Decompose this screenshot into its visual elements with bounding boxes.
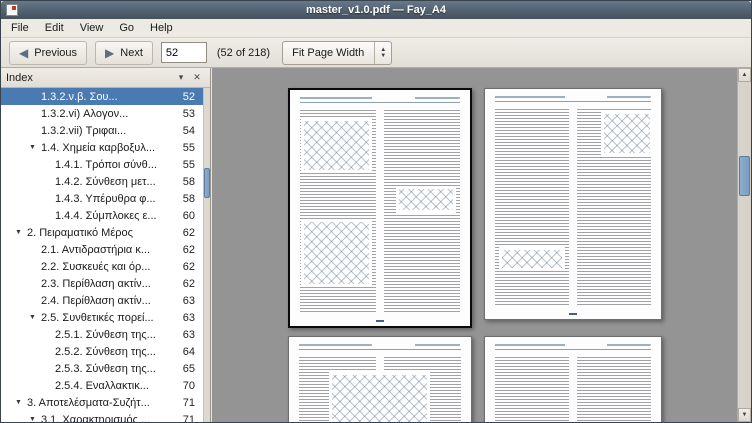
index-tree-item[interactable]: 2.2. Συσκευές και όρ...62 — [1, 258, 203, 275]
previous-label: Previous — [34, 47, 77, 59]
sidebar-mode-dropdown[interactable]: ▾ — [173, 70, 189, 86]
content-area: Index ▾ ✕ 1.3.2.ν.β. Σου...52 1.3.2.vi) … — [1, 68, 751, 422]
page-header-decoration — [495, 344, 651, 350]
scroll-down-icon: ▼ — [742, 412, 748, 418]
page-header-decoration — [300, 97, 460, 103]
sidebar-close-button[interactable]: ✕ — [189, 70, 205, 86]
titlebar[interactable]: master_v1.0.pdf — Fay_A4 — [1, 1, 751, 19]
chevron-down-icon: ▾ — [179, 72, 184, 83]
index-tree-item[interactable]: ▼3. Αποτελέσματα-Συζήτ...71 — [1, 394, 203, 411]
sidebar-scrollbar[interactable] — [203, 88, 210, 422]
expander-icon[interactable]: ▼ — [15, 229, 27, 236]
page-number-mark — [569, 313, 577, 315]
app-window: master_v1.0.pdf — Fay_A4 File Edit View … — [0, 0, 752, 423]
scrollbar-thumb[interactable] — [739, 156, 750, 196]
page-status: (52 of 218) — [217, 47, 270, 59]
index-tree-item[interactable]: ▼3.1. Χαρακτηρισμός ...71 — [1, 411, 203, 422]
index-tree-item[interactable]: 1.4.4. Σύμπλοκες ε...60 — [1, 207, 203, 224]
index-tree-item[interactable]: ▼1.4. Χημεία καρβοξυλ...55 — [1, 139, 203, 156]
index-tree-item[interactable]: 2.3. Περίθλαση ακτίν...62 — [1, 275, 203, 292]
spinner-icons[interactable]: ▲ ▼ — [374, 42, 391, 64]
index-tree-item[interactable]: ▼2. Πειραματικό Μέρος62 — [1, 224, 203, 241]
index-tree-item[interactable]: 2.1. Αντιδραστήρια κ...62 — [1, 241, 203, 258]
page-header-decoration — [495, 96, 651, 102]
document-view — [212, 68, 737, 422]
zoom-select[interactable]: Fit Page Width ▲ ▼ — [282, 41, 392, 65]
spin-down-icon: ▼ — [380, 53, 386, 59]
scroll-down-button[interactable]: ▼ — [738, 408, 751, 422]
figure-placeholder — [399, 189, 453, 210]
index-tree-item[interactable]: 1.4.2. Σύνθεση μετ...58 — [1, 173, 203, 190]
index-tree-item[interactable]: 2.4. Περίθλαση ακτίν...63 — [1, 292, 203, 309]
expander-icon[interactable]: ▼ — [29, 314, 41, 321]
scroll-up-icon: ▲ — [742, 72, 748, 78]
menu-help[interactable]: Help — [142, 19, 181, 37]
index-tree: 1.3.2.ν.β. Σου...52 1.3.2.vi) Αλογον...5… — [1, 88, 203, 422]
sidebar-title: Index — [6, 72, 173, 84]
index-tree-item[interactable]: 1.3.2.vi) Αλογον...53 — [1, 105, 203, 122]
previous-button[interactable]: ◀ Previous — [9, 41, 87, 65]
index-tree-item[interactable]: 2.5.3. Σύνθεση της...65 — [1, 360, 203, 377]
index-tree-item[interactable]: 2.5.4. Εναλλακτικ...70 — [1, 377, 203, 394]
pdf-page — [484, 88, 662, 320]
menu-view[interactable]: View — [72, 19, 112, 37]
arrow-left-icon: ◀ — [19, 47, 28, 59]
sidebar-scrollbar-thumb[interactable] — [204, 168, 210, 198]
index-tree-item[interactable]: 1.3.2.ν.β. Σου...52 — [1, 88, 203, 105]
index-tree-item[interactable]: 1.4.1. Τρόποι σύνθ...55 — [1, 156, 203, 173]
pdf-page — [484, 336, 662, 422]
figure-placeholder — [304, 222, 369, 283]
next-label: Next — [120, 47, 143, 59]
sidebar: Index ▾ ✕ 1.3.2.ν.β. Σου...52 1.3.2.vi) … — [1, 68, 211, 422]
figure-placeholder — [332, 375, 427, 422]
pdf-page — [288, 336, 472, 422]
toolbar: ◀ Previous ▶ Next (52 of 218) Fit Page W… — [1, 38, 751, 68]
menu-file[interactable]: File — [3, 19, 37, 37]
zoom-value: Fit Page Width — [283, 47, 374, 59]
scroll-up-button[interactable]: ▲ — [738, 68, 751, 82]
close-icon: ✕ — [193, 72, 201, 83]
expander-icon[interactable]: ▼ — [15, 399, 27, 406]
vertical-scrollbar[interactable]: ▲ ▼ — [737, 68, 751, 422]
index-tree-item[interactable]: 1.4.3. Υπέρυθρα φ...58 — [1, 190, 203, 207]
index-tree-item[interactable]: 2.5.2. Σύνθεση της...64 — [1, 343, 203, 360]
page-number-mark — [376, 320, 384, 322]
figure-placeholder — [502, 250, 562, 268]
menu-go[interactable]: Go — [111, 19, 142, 37]
arrow-right-icon: ▶ — [105, 47, 114, 59]
figure-placeholder — [304, 121, 369, 171]
index-tree-item[interactable]: ▼2.5. Συνθετικές πορεί...63 — [1, 309, 203, 326]
figure-placeholder — [604, 114, 650, 153]
menu-edit[interactable]: Edit — [37, 19, 72, 37]
index-tree-item[interactable]: 2.5.1. Σύνθεση της...63 — [1, 326, 203, 343]
pdf-page-current — [288, 88, 472, 328]
app-icon — [6, 4, 18, 16]
index-tree-item[interactable]: 1.3.2.vii) Τριφαι...54 — [1, 122, 203, 139]
next-button[interactable]: ▶ Next — [95, 41, 153, 65]
sidebar-header: Index ▾ ✕ — [1, 68, 210, 88]
page-header-decoration — [299, 344, 461, 350]
window-title: master_v1.0.pdf — Fay_A4 — [306, 4, 446, 16]
expander-icon[interactable]: ▼ — [29, 416, 41, 422]
page-number-input[interactable] — [161, 42, 207, 63]
menubar: File Edit View Go Help — [1, 19, 751, 38]
expander-icon[interactable]: ▼ — [29, 144, 41, 151]
